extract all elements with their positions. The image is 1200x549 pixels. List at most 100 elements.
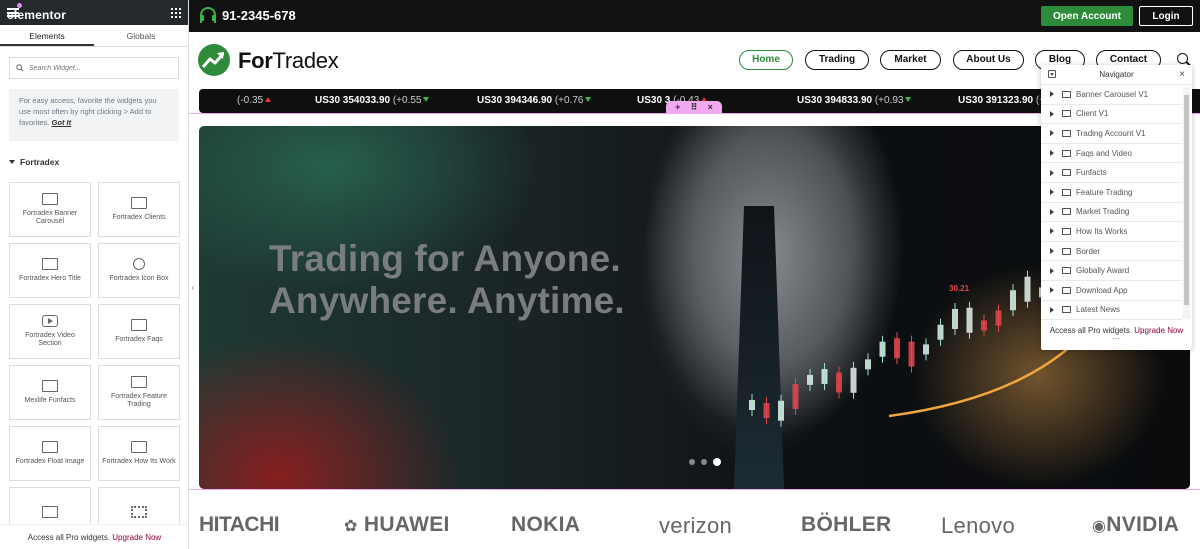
phone-number[interactable]: 91-2345-678 [222, 8, 296, 23]
widget-search [9, 57, 179, 79]
caret-right-icon[interactable] [1050, 287, 1054, 294]
widget-card[interactable]: Fortradex Banner Carousel [9, 182, 91, 237]
section-icon [1062, 129, 1071, 137]
widget-card[interactable]: Fortradex How Its Work [98, 426, 180, 481]
widget-card[interactable]: Fortradex Faqs [98, 304, 180, 359]
add-section-icon[interactable]: + [675, 102, 680, 112]
caret-right-icon[interactable] [1050, 91, 1054, 98]
widget-card[interactable]: Fortradex Icon Box [98, 243, 180, 298]
category-label: Fortradex [20, 157, 60, 167]
slide-dot-3[interactable] [713, 458, 721, 466]
navigator-item-label: Latest News [1076, 305, 1121, 315]
navigator-item[interactable]: Market Trading [1041, 203, 1182, 223]
caret-right-icon[interactable] [1050, 169, 1054, 176]
navigator-item-label: Download App [1076, 285, 1128, 295]
caret-right-icon[interactable] [1050, 189, 1054, 196]
navigator-item[interactable]: Faqs and Video [1041, 144, 1182, 164]
arrow-up-icon [265, 97, 272, 102]
caret-right-icon[interactable] [1050, 130, 1054, 137]
section-edit-handle[interactable]: + ⠿ × [666, 101, 722, 113]
navigator-list: Banner Carousel V1 Client V1 Trading Accou… [1041, 85, 1192, 321]
brand-logo: ✿ HUAWEI [344, 513, 450, 537]
navigator-scrollbar[interactable] [1183, 87, 1190, 319]
got-it-link[interactable]: Got It [52, 118, 72, 127]
brand-logo-text: HUAWEI [363, 513, 450, 536]
navigator-item[interactable]: Border [1041, 242, 1182, 262]
widget-card[interactable]: Mexlife Funfacts [9, 365, 91, 420]
search-icon [16, 64, 24, 72]
section-icon [1062, 169, 1071, 177]
navigator-item[interactable]: Globally Award [1041, 261, 1182, 281]
ticker-item: US30 394833.90 (+0.93 [797, 95, 912, 106]
caret-right-icon[interactable] [1050, 228, 1054, 235]
nav-about-us[interactable]: About Us [953, 50, 1024, 70]
nav-market[interactable]: Market [880, 50, 941, 70]
widget-card[interactable]: Fortradex Video Section [9, 304, 91, 359]
widget-label: Fortradex Icon Box [109, 275, 169, 282]
search-icon[interactable] [1177, 53, 1188, 64]
close-icon[interactable]: × [1179, 65, 1185, 85]
navigator-item[interactable]: Banner Carousel V1 [1041, 85, 1182, 105]
expand-all-icon[interactable] [1048, 70, 1056, 78]
navigator-item-label: How Its Works [1076, 226, 1128, 236]
login-button[interactable]: Login [1139, 6, 1193, 26]
tab-elements[interactable]: Elements [0, 25, 94, 46]
section-icon [1062, 149, 1071, 157]
nvidia-eye-icon: ◉ [1092, 518, 1107, 535]
carousel-icon [131, 197, 147, 209]
elementor-panel: elementor Elements Globals For easy acce… [0, 0, 189, 549]
hero-title: Trading for Anyone. Anywhere. Anytime. [269, 238, 625, 322]
caret-right-icon[interactable] [1050, 267, 1054, 274]
navigator-item[interactable]: Client V1 [1041, 105, 1182, 125]
navigator-item[interactable]: Download App [1041, 281, 1182, 301]
scrollbar-thumb[interactable] [1184, 95, 1189, 305]
tab-globals[interactable]: Globals [94, 25, 188, 46]
widget-card[interactable]: Fortradex Feature Trading [98, 365, 180, 420]
drag-handle-icon[interactable]: ⠿ [690, 102, 697, 113]
nav-trading[interactable]: Trading [805, 50, 869, 70]
caret-right-icon[interactable] [1050, 110, 1054, 117]
ticker-symbol-price: US30 394833.90 [797, 95, 875, 106]
navigator-item-label: Funfacts [1076, 168, 1107, 178]
widget-card[interactable]: Fortradex Hero Title [9, 243, 91, 298]
open-account-button[interactable]: Open Account [1041, 6, 1133, 26]
navigator-item-label: Banner Carousel V1 [1076, 89, 1149, 99]
caret-right-icon[interactable] [1050, 150, 1054, 157]
widget-card[interactable]: Fortradex Clients [98, 182, 180, 237]
section-icon [1062, 227, 1071, 235]
widget-label: Fortradex Feature Trading [110, 393, 168, 408]
navigator-item-label: Client V1 [1076, 109, 1109, 119]
section-icon [1062, 286, 1071, 294]
navigator-item[interactable]: How Its Works [1041, 222, 1182, 242]
widget-label: Fortradex Banner Carousel [22, 210, 78, 225]
ticker-symbol-price: US30 354033.90 [315, 95, 393, 106]
widgets-grid-icon[interactable] [171, 7, 181, 18]
logo-text-bold: For [238, 48, 273, 73]
navigator-item-label: Feature Trading [1076, 187, 1133, 197]
video-icon [42, 315, 58, 327]
navigator-item[interactable]: Trading Account V1 [1041, 124, 1182, 144]
upgrade-now-link[interactable]: Upgrade Now [1134, 326, 1183, 335]
navigator-item[interactable]: Funfacts [1041, 163, 1182, 183]
navigator-item[interactable]: Latest News [1041, 301, 1182, 321]
ticker-change: (+0.76 [554, 95, 584, 106]
nav-home[interactable]: Home [739, 50, 793, 70]
upgrade-now-link[interactable]: Upgrade Now [112, 533, 161, 542]
resize-grip-icon[interactable]: ⋯ [1041, 335, 1192, 343]
caret-right-icon[interactable] [1050, 306, 1054, 313]
logo-icon[interactable] [198, 44, 230, 76]
widget-card[interactable]: Fortradex Float Image [9, 426, 91, 481]
slide-dot-2[interactable] [701, 459, 707, 465]
search-widget-input[interactable] [29, 64, 169, 72]
carousel-icon [42, 193, 58, 205]
caret-right-icon[interactable] [1050, 248, 1054, 255]
logo-text[interactable]: ForTradex [238, 48, 339, 74]
category-fortradex[interactable]: Fortradex [9, 157, 188, 167]
slide-dot-1[interactable] [689, 459, 695, 465]
delete-section-icon[interactable]: × [708, 102, 713, 112]
caret-down-icon [9, 160, 15, 164]
navigator-header: Navigator × [1041, 65, 1192, 85]
navigator-item[interactable]: Feature Trading [1041, 183, 1182, 203]
section-icon [1062, 188, 1071, 196]
caret-right-icon[interactable] [1050, 208, 1054, 215]
